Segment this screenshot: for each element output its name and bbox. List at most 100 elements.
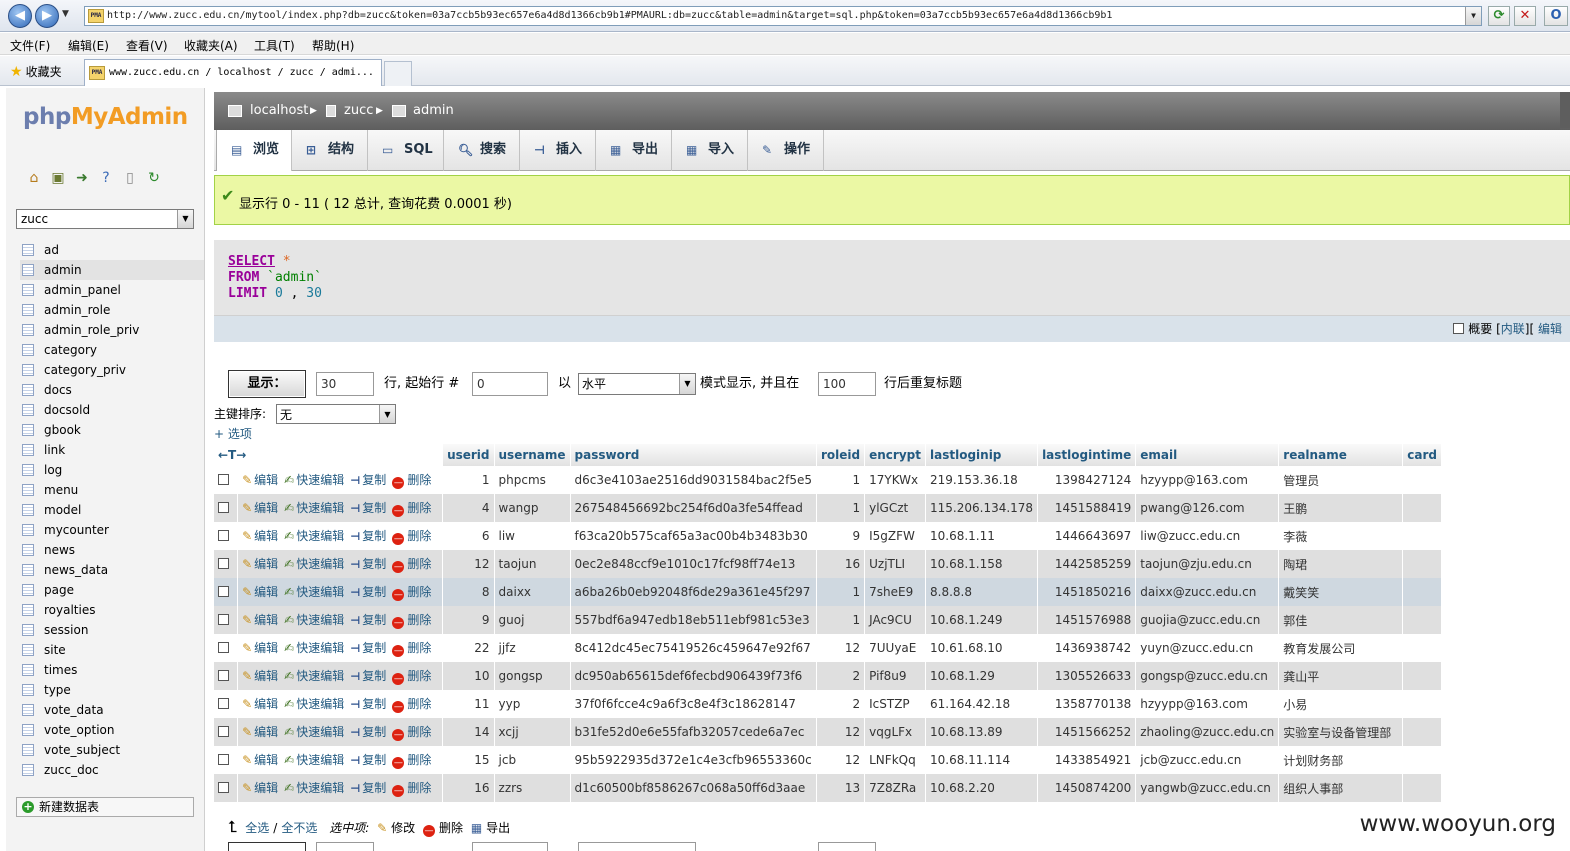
cell-lastloginip[interactable]: 10.61.68.10 — [925, 634, 1039, 662]
sidebar-table-item[interactable]: news — [20, 540, 204, 560]
quick-edit-row-button[interactable]: 快速编辑 — [296, 529, 344, 543]
sidebar-table-item[interactable]: royalties — [20, 600, 204, 620]
sidebar-table-label[interactable]: log — [44, 463, 62, 477]
query-window-icon[interactable]: ➜ — [74, 170, 90, 186]
table-icon[interactable] — [22, 244, 34, 256]
cell-lastlogintime[interactable]: 1451588419 — [1037, 494, 1137, 522]
cell-realname[interactable]: 郭佳 — [1278, 606, 1404, 634]
edit-row-button[interactable]: 编辑 — [254, 753, 278, 767]
sidebar-table-label[interactable]: vote_option — [44, 723, 114, 737]
cell-roleid[interactable]: 16 — [816, 550, 866, 578]
table-icon[interactable] — [22, 544, 34, 556]
edit-row-button[interactable]: 编辑 — [254, 529, 278, 543]
sidebar-table-label[interactable]: ad — [44, 243, 59, 257]
cell-username[interactable]: jcb — [494, 746, 571, 774]
cell-password[interactable]: dc950ab65615def6fecbd906439f73f6 — [570, 662, 818, 690]
sql-select-keyword[interactable]: SELECT — [228, 254, 275, 269]
row-checkbox[interactable] — [218, 586, 229, 597]
copy-row-button[interactable]: 复制 — [362, 725, 386, 739]
stop-button[interactable]: ✕ — [1514, 6, 1536, 26]
browser-tab[interactable]: PMA www.zucc.edu.cn / localhost / zucc /… — [84, 59, 382, 86]
logout-icon[interactable]: ▣ — [50, 170, 66, 186]
table-icon[interactable] — [22, 404, 34, 416]
cell-email[interactable]: jcb@zucc.edu.cn — [1135, 746, 1280, 774]
sidebar-table-label[interactable]: admin — [44, 263, 82, 277]
sidebar-table-label[interactable]: session — [44, 623, 88, 637]
cell-userid[interactable]: 22 — [442, 634, 495, 662]
edit-row-button[interactable]: 编辑 — [254, 613, 278, 627]
copy-row-button[interactable]: 复制 — [362, 501, 386, 515]
start-row-input[interactable]: 0 — [472, 372, 548, 396]
bulk-modify-button[interactable]: 修改 — [391, 821, 415, 835]
copy-row-button[interactable]: 复制 — [362, 585, 386, 599]
cell-lastlogintime[interactable]: 1450874200 — [1037, 774, 1137, 802]
table-icon[interactable] — [22, 724, 34, 736]
cell-roleid[interactable]: 1 — [816, 466, 866, 494]
cell-password[interactable]: 95b5922935d372e1c4e3cfb96553360c — [570, 746, 818, 774]
display-mode-select[interactable]: 水平 ▼ — [578, 373, 696, 395]
cell-userid[interactable]: 8 — [442, 578, 495, 606]
cell-encrypt[interactable]: UzjTLI — [864, 550, 926, 578]
cell-realname[interactable]: 小易 — [1278, 690, 1404, 718]
reload-icon[interactable]: ↻ — [146, 170, 162, 186]
cell-lastlogintime[interactable]: 1446643697 — [1037, 522, 1137, 550]
edit-row-button[interactable]: 编辑 — [254, 725, 278, 739]
quick-edit-row-button[interactable]: 快速编辑 — [296, 613, 344, 627]
column-header-lastloginip[interactable]: lastloginip — [925, 444, 1039, 466]
sidebar-table-item[interactable]: vote_subject — [20, 740, 204, 760]
cell-lastlogintime[interactable]: 1305526633 — [1037, 662, 1137, 690]
bulk-export-button[interactable]: 导出 — [486, 821, 510, 835]
sidebar-table-item[interactable]: docs — [20, 380, 204, 400]
cell-realname[interactable]: 管理员 — [1278, 466, 1404, 494]
cell-lastloginip[interactable]: 10.68.1.249 — [925, 606, 1039, 634]
rows-input[interactable]: 30 — [316, 372, 374, 396]
cell-email[interactable]: daixx@zucc.edu.cn — [1135, 578, 1280, 606]
cell-password[interactable]: 8c412dc45ec75419526c459647e92f67 — [570, 634, 818, 662]
delete-row-button[interactable]: 删除 — [407, 613, 431, 627]
sidebar-table-item[interactable]: admin — [20, 260, 204, 280]
cell-encrypt[interactable]: Pif8u9 — [864, 662, 926, 690]
cell-realname[interactable]: 李薇 — [1278, 522, 1404, 550]
sidebar-table-item[interactable]: admin_panel — [20, 280, 204, 300]
column-header-lastlogintime[interactable]: lastlogintime — [1037, 444, 1137, 466]
table-icon[interactable] — [22, 584, 34, 596]
tab-structure[interactable]: ⊞ 结构 — [292, 130, 368, 171]
delete-row-button[interactable]: 删除 — [407, 585, 431, 599]
cell-lastlogintime[interactable]: 1433854921 — [1037, 746, 1137, 774]
sidebar-table-item[interactable]: log — [20, 460, 204, 480]
delete-row-button[interactable]: 删除 — [407, 557, 431, 571]
sidebar-table-item[interactable]: docsold — [20, 400, 204, 420]
cell-lastloginip[interactable]: 10.68.2.20 — [925, 774, 1039, 802]
copy-row-button[interactable]: 复制 — [362, 781, 386, 795]
sidebar-table-label[interactable]: mycounter — [44, 523, 109, 537]
cell-card[interactable] — [1402, 774, 1442, 802]
tab-browse[interactable]: ▤ 浏览 — [216, 130, 292, 171]
cell-encrypt[interactable]: 7Z8ZRa — [864, 774, 926, 802]
sidebar-table-item[interactable]: session — [20, 620, 204, 640]
table-icon[interactable] — [22, 684, 34, 696]
table-icon[interactable] — [22, 484, 34, 496]
column-header-roleid[interactable]: roleid — [816, 444, 866, 466]
sidebar-table-label[interactable]: link — [44, 443, 65, 457]
phpmyadmin-logo[interactable]: phpMyAdmin — [23, 104, 188, 130]
row-checkbox[interactable] — [218, 698, 229, 709]
cell-lastloginip[interactable]: 219.153.36.18 — [925, 466, 1039, 494]
cell-lastloginip[interactable]: 61.164.42.18 — [925, 690, 1039, 718]
sidebar-table-item[interactable]: model — [20, 500, 204, 520]
row-checkbox[interactable] — [218, 530, 229, 541]
repeat-header-input[interactable]: 100 — [818, 372, 876, 396]
cell-lastloginip[interactable]: 10.68.1.158 — [925, 550, 1039, 578]
cell-username[interactable]: liw — [494, 522, 571, 550]
bottom-start-input[interactable] — [472, 842, 548, 851]
quick-edit-row-button[interactable]: 快速编辑 — [296, 725, 344, 739]
cell-userid[interactable]: 6 — [442, 522, 495, 550]
cell-password[interactable]: a6ba26b0eb92048f6de29a361e45f297 — [570, 578, 818, 606]
cell-card[interactable] — [1402, 634, 1442, 662]
table-icon[interactable] — [22, 384, 34, 396]
cell-userid[interactable]: 11 — [442, 690, 495, 718]
delete-row-button[interactable]: 删除 — [407, 529, 431, 543]
cell-username[interactable]: phpcms — [494, 466, 571, 494]
docs-icon[interactable]: ? — [98, 170, 114, 186]
cell-userid[interactable]: 12 — [442, 550, 495, 578]
column-header-username[interactable]: username — [494, 444, 571, 466]
